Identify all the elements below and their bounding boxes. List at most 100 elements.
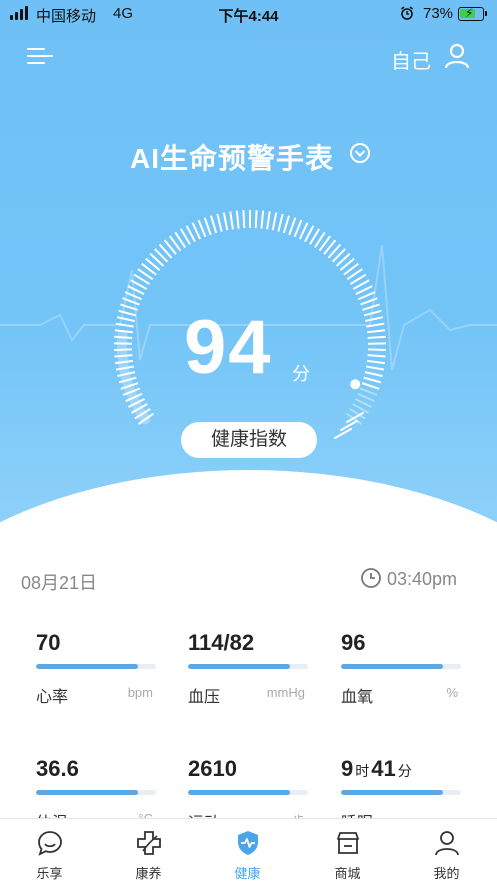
gauge-tick (364, 378, 381, 383)
sleep-hours-unit: 时 (355, 763, 369, 779)
health-index-button[interactable]: 健康指数 (181, 422, 317, 458)
alarm-icon (400, 6, 414, 20)
gauge-tick (289, 218, 295, 235)
tab-lexiang[interactable]: 乐享 (0, 819, 99, 884)
menu-line (27, 55, 53, 57)
metric-progress-bar (188, 790, 308, 795)
person-icon (433, 829, 461, 857)
metric-progress-bar (341, 790, 461, 795)
health-score-value: 94 (184, 304, 273, 391)
gauge-tick (267, 211, 270, 229)
chat-bubble-icon (36, 829, 64, 857)
gauge-tick (205, 218, 211, 235)
gauge-end-marks (335, 413, 363, 438)
gauge-tick (365, 317, 383, 321)
profile-selector-label[interactable]: 自己 (391, 45, 431, 74)
metric-progress-bar (341, 664, 461, 669)
menu-button[interactable] (27, 46, 53, 66)
gauge-tick (125, 292, 142, 299)
shield-pulse-icon (234, 829, 262, 857)
user-icon[interactable] (443, 42, 471, 70)
menu-line (27, 48, 45, 50)
gauge-tick (368, 337, 386, 338)
gauge-tick (358, 394, 374, 401)
gauge-tick (237, 211, 239, 229)
tab-label: 乐享 (0, 863, 99, 882)
gauge-tick (362, 304, 379, 309)
metric-value: 70 (36, 630, 60, 656)
gauge-tick (365, 372, 383, 376)
gauge-tick (261, 211, 263, 229)
summary-time: 03:40pm (387, 569, 457, 590)
gauge-tick (278, 214, 282, 231)
tab-label: 我的 (397, 863, 496, 882)
gauge-tick (300, 223, 308, 239)
metric-name: 血压 (188, 683, 220, 707)
gauge-tick (119, 311, 136, 316)
metric-value: 96 (341, 630, 365, 656)
tab-label: 健康 (198, 863, 297, 882)
sleep-hours: 9 (341, 756, 353, 781)
battery-percent: 73% (423, 5, 453, 22)
metric-progress-fill (341, 790, 443, 795)
chevron-down-circle-icon[interactable] (349, 142, 371, 164)
gauge-tick (284, 216, 289, 233)
metric-progress-fill (36, 790, 138, 795)
menu-line (27, 62, 45, 64)
gauge-tick (362, 383, 379, 389)
health-score-unit: 分 (292, 360, 310, 386)
metric-name: 血氧 (341, 683, 373, 707)
gauge-tick (360, 298, 377, 304)
sleep-minutes: 41 (371, 756, 395, 781)
gauge-tick (199, 220, 206, 237)
bottom-tab-bar: 乐享 康养 健康 商城 我的 (0, 818, 497, 884)
gauge-tick (211, 216, 216, 233)
metric-progress-bar (36, 664, 156, 669)
gauge-tick (217, 214, 221, 231)
gauge-tick (243, 210, 244, 228)
gauge-tick (295, 220, 302, 237)
status-bar: 中国移动 4G 下午4:44 73% ⚡ (0, 0, 497, 28)
gauge-progress-knob (350, 379, 360, 389)
store-icon (334, 829, 362, 857)
metric-unit: mmHg (267, 685, 305, 700)
gauge-tick (120, 304, 137, 309)
metric-name: 心率 (36, 683, 68, 707)
metric-progress-bar (36, 790, 156, 795)
clock-icon (360, 567, 382, 589)
gauge-tick (364, 311, 381, 316)
gauge-tick (368, 355, 386, 356)
gauge-tick (123, 298, 140, 304)
summary-date: 08月21日 (21, 569, 97, 595)
metric-value: 2610 (188, 756, 237, 782)
metric-value: 114/82 (188, 630, 254, 656)
tab-wode[interactable]: 我的 (397, 819, 496, 884)
gauge-tick (117, 317, 135, 321)
metric-value: 9时41分 (341, 756, 414, 782)
gauge-tick (358, 292, 375, 299)
metric-progress-fill (188, 664, 290, 669)
gauge-tick (224, 213, 227, 231)
tab-label: 康养 (99, 863, 198, 882)
metric-value: 36.6 (36, 756, 79, 782)
battery-icon: ⚡ (458, 7, 484, 21)
tab-kangyang[interactable]: 康养 (99, 819, 198, 884)
device-title[interactable]: AI生命预警手表 (130, 137, 334, 177)
gauge-tick (368, 349, 386, 350)
gauge-tick (116, 324, 134, 327)
gauge-tick (230, 211, 233, 229)
gauge-tick (256, 210, 257, 228)
tab-jiankang[interactable]: 健康 (198, 819, 297, 884)
charging-bolt-icon: ⚡ (465, 6, 473, 20)
tab-shangcheng[interactable]: 商城 (298, 819, 397, 884)
sleep-minutes-unit: 分 (398, 763, 412, 779)
gauge-tick (367, 330, 385, 332)
metric-progress-bar (188, 664, 308, 669)
metric-progress-fill (341, 664, 443, 669)
metric-progress-fill (188, 790, 290, 795)
gauge-tick (193, 223, 201, 239)
metric-progress-fill (36, 664, 138, 669)
gauge-tick (360, 389, 377, 395)
gauge-tick (366, 324, 384, 327)
metric-unit: % (446, 685, 458, 700)
